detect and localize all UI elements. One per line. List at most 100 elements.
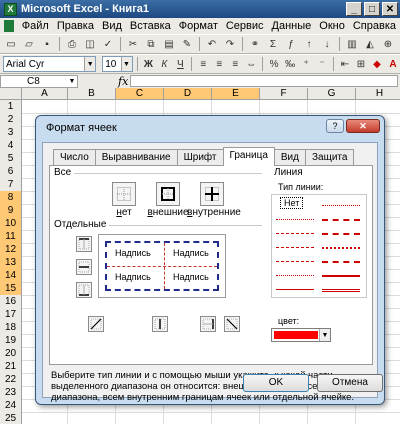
borders-icon[interactable]: ⊞: [354, 56, 368, 72]
menu-help[interactable]: Справка: [349, 20, 400, 32]
line-style-option[interactable]: [276, 261, 314, 262]
sort-asc-icon[interactable]: ↑: [301, 36, 317, 52]
print-icon[interactable]: ⎙: [64, 36, 80, 52]
increase-decimal-icon[interactable]: ⁺: [299, 56, 313, 72]
column-header[interactable]: G: [308, 88, 356, 100]
chevron-down-icon[interactable]: ▼: [84, 57, 96, 71]
tab-font[interactable]: Шрифт: [176, 149, 224, 165]
merge-center-icon[interactable]: ⇔: [244, 56, 258, 72]
line-style-option[interactable]: [322, 205, 360, 206]
close-window-button[interactable]: ✕: [382, 2, 398, 16]
paste-icon[interactable]: ▤: [161, 36, 177, 52]
menu-edit[interactable]: Правка: [53, 20, 98, 32]
border-middle-vertical-button[interactable]: [152, 316, 168, 332]
align-right-icon[interactable]: ≡: [228, 56, 242, 72]
decrease-decimal-icon[interactable]: ⁻: [315, 56, 329, 72]
sort-desc-icon[interactable]: ↓: [319, 36, 335, 52]
thousands-icon[interactable]: ‰: [283, 56, 297, 72]
line-style-option[interactable]: [322, 289, 360, 292]
row-header[interactable]: 22: [0, 373, 22, 387]
name-box[interactable]: C8 ▼: [0, 74, 78, 88]
menu-tools[interactable]: Сервис: [222, 20, 268, 32]
row-header[interactable]: 2: [0, 113, 22, 127]
row-header[interactable]: 20: [0, 347, 22, 361]
menu-insert[interactable]: Вставка: [126, 20, 175, 32]
line-style-option[interactable]: [322, 275, 360, 277]
tab-protection[interactable]: Защита: [304, 149, 355, 165]
column-header[interactable]: C: [116, 88, 164, 100]
chart-wizard-icon[interactable]: ▥: [344, 36, 360, 52]
border-preview[interactable]: Надпись Надпись Надпись Надпись: [98, 234, 226, 298]
menu-format[interactable]: Формат: [175, 20, 222, 32]
row-header[interactable]: 16: [0, 295, 22, 309]
line-color-select[interactable]: ▼: [271, 328, 331, 342]
redo-icon[interactable]: ↷: [222, 36, 238, 52]
row-header[interactable]: 1: [0, 100, 22, 114]
underline-icon[interactable]: Ч: [173, 56, 187, 72]
drawing-icon[interactable]: ◭: [362, 36, 378, 52]
row-header[interactable]: 6: [0, 165, 22, 179]
border-diagonal-up-button[interactable]: [88, 316, 104, 332]
line-style-list[interactable]: Нет: [271, 194, 367, 298]
menu-data[interactable]: Данные: [268, 20, 316, 32]
cut-icon[interactable]: ✂: [125, 36, 141, 52]
tab-patterns[interactable]: Вид: [273, 149, 306, 165]
line-style-option[interactable]: [322, 261, 360, 263]
fill-color-icon[interactable]: ◆: [370, 56, 384, 72]
border-top-button[interactable]: [76, 236, 92, 252]
tab-alignment[interactable]: Выравнивание: [94, 149, 178, 165]
font-size-select[interactable]: 10 ▼: [102, 56, 133, 72]
cancel-button[interactable]: Отмена: [317, 374, 383, 392]
tab-border[interactable]: Граница: [222, 147, 275, 166]
open-icon[interactable]: ▱: [21, 36, 37, 52]
chevron-down-icon[interactable]: ▼: [319, 329, 330, 341]
row-header[interactable]: 7: [0, 178, 22, 192]
row-header[interactable]: 17: [0, 308, 22, 322]
column-header[interactable]: D: [164, 88, 212, 100]
percent-icon[interactable]: %: [267, 56, 281, 72]
format-painter-icon[interactable]: ✎: [179, 36, 195, 52]
row-header[interactable]: 15: [0, 282, 22, 296]
column-header[interactable]: F: [260, 88, 308, 100]
align-left-icon[interactable]: ≡: [196, 56, 210, 72]
line-style-none[interactable]: Нет: [280, 197, 304, 209]
row-header[interactable]: 3: [0, 126, 22, 140]
tab-number[interactable]: Число: [53, 149, 96, 165]
new-icon[interactable]: ▭: [3, 36, 19, 52]
save-icon[interactable]: ▪: [39, 36, 55, 52]
copy-icon[interactable]: ⧉: [143, 36, 159, 52]
row-header[interactable]: 12: [0, 243, 22, 257]
row-header[interactable]: 19: [0, 334, 22, 348]
menu-window[interactable]: Окно: [315, 20, 349, 32]
ok-button[interactable]: OK: [243, 374, 309, 392]
row-header[interactable]: 14: [0, 269, 22, 283]
row-header[interactable]: 18: [0, 321, 22, 335]
bold-icon[interactable]: Ж: [141, 56, 155, 72]
row-header[interactable]: 13: [0, 256, 22, 270]
column-header[interactable]: A: [22, 88, 68, 100]
row-header[interactable]: 24: [0, 399, 22, 413]
indent-icon[interactable]: ⇤: [338, 56, 352, 72]
hyperlink-icon[interactable]: ⚭: [247, 36, 263, 52]
line-style-option[interactable]: [276, 289, 314, 290]
preset-none-button[interactable]: [112, 182, 136, 206]
row-header[interactable]: 11: [0, 230, 22, 244]
row-header[interactable]: 4: [0, 139, 22, 153]
border-right-button[interactable]: [200, 316, 216, 332]
function-icon[interactable]: ƒ: [283, 36, 299, 52]
document-icon[interactable]: [4, 20, 14, 32]
menu-view[interactable]: Вид: [98, 20, 126, 32]
line-style-option[interactable]: [322, 247, 360, 249]
line-style-option[interactable]: [276, 219, 314, 220]
chevron-down-icon[interactable]: ▼: [67, 76, 77, 87]
row-header[interactable]: 23: [0, 386, 22, 400]
undo-icon[interactable]: ↶: [204, 36, 220, 52]
row-header[interactable]: 25: [0, 412, 22, 424]
font-color-icon[interactable]: A: [386, 56, 400, 72]
row-header[interactable]: 21: [0, 360, 22, 374]
autosum-icon[interactable]: Σ: [265, 36, 281, 52]
italic-icon[interactable]: К: [157, 56, 171, 72]
preset-inside-button[interactable]: [200, 182, 224, 206]
column-header[interactable]: E: [212, 88, 260, 100]
zoom-icon[interactable]: ⊕: [380, 36, 396, 52]
